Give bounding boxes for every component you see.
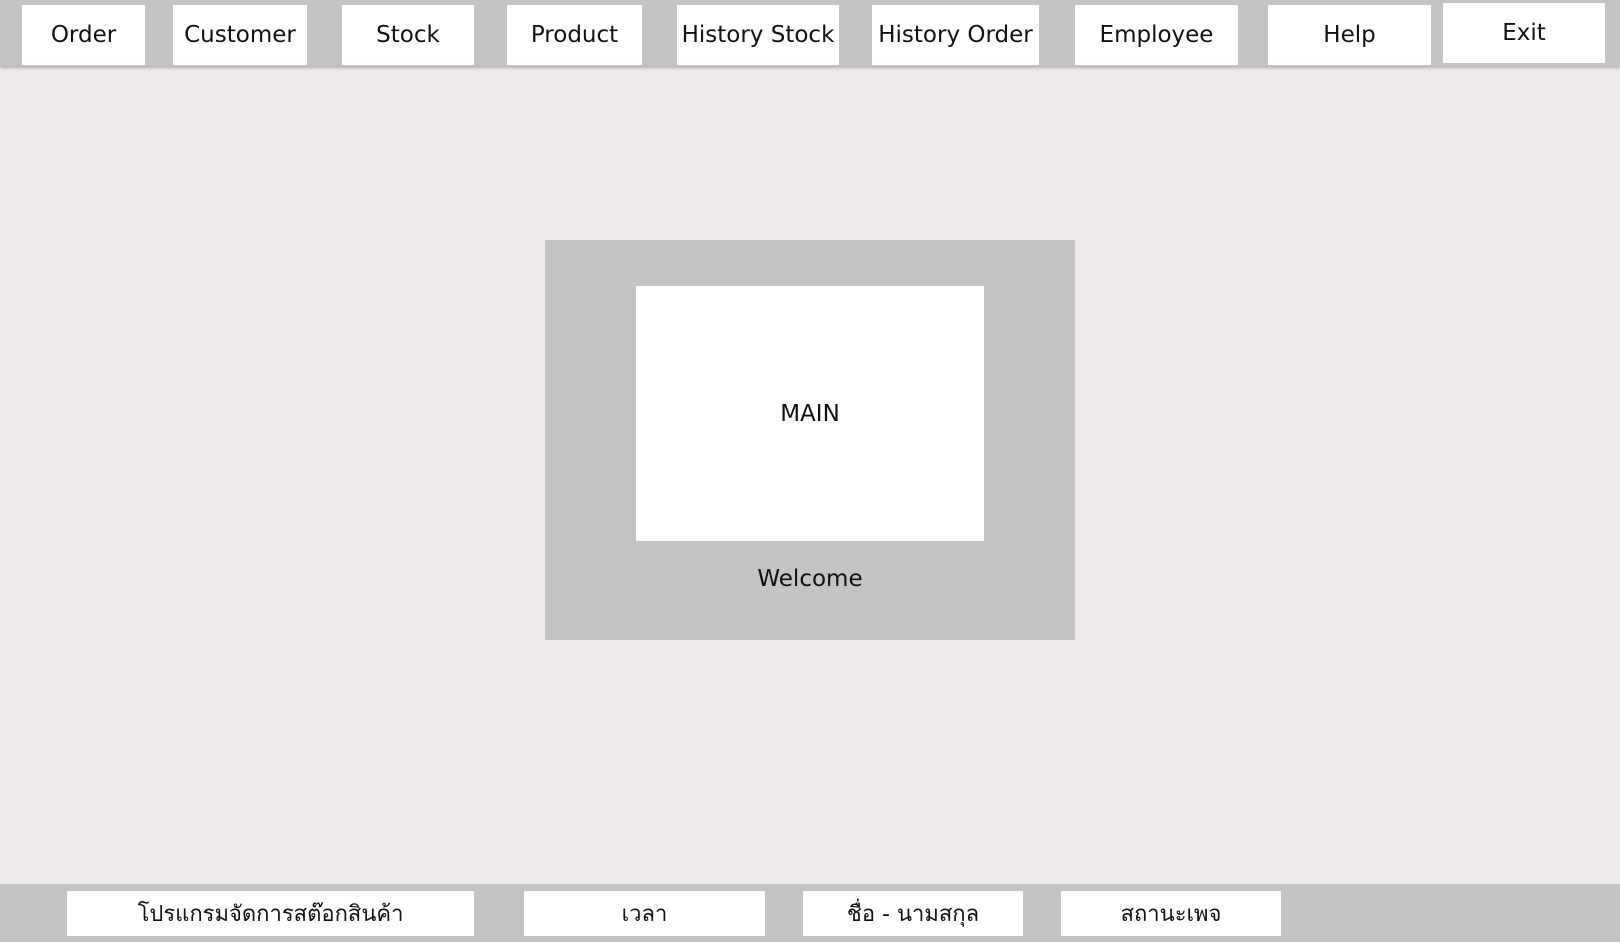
nav-customer-button[interactable]: Customer (173, 5, 307, 65)
welcome-label: Welcome (757, 566, 863, 592)
status-bar: โปรแกรมจัดการสต๊อกสินค้า เวลา ชื่อ - นาม… (0, 884, 1620, 942)
nav-history-order-button[interactable]: History Order (872, 5, 1039, 65)
main-box: MAIN (636, 286, 984, 541)
nav-stock-button[interactable]: Stock (342, 5, 474, 65)
status-full-name: ชื่อ - นามสกุล (803, 891, 1023, 936)
main-title: MAIN (780, 400, 840, 427)
welcome-panel: MAIN Welcome (545, 240, 1075, 640)
nav-history-stock-button[interactable]: History Stock (677, 5, 839, 65)
nav-help-button[interactable]: Help (1268, 5, 1431, 65)
status-program-name: โปรแกรมจัดการสต๊อกสินค้า (67, 891, 474, 936)
nav-employee-button[interactable]: Employee (1075, 5, 1238, 65)
nav-order-button[interactable]: Order (22, 5, 145, 65)
status-page-status: สถานะเพจ (1061, 891, 1281, 936)
status-time: เวลา (524, 891, 765, 936)
top-nav-bar: Order Customer Stock Product History Sto… (0, 0, 1620, 66)
nav-exit-button[interactable]: Exit (1443, 3, 1605, 63)
nav-product-button[interactable]: Product (507, 5, 642, 65)
